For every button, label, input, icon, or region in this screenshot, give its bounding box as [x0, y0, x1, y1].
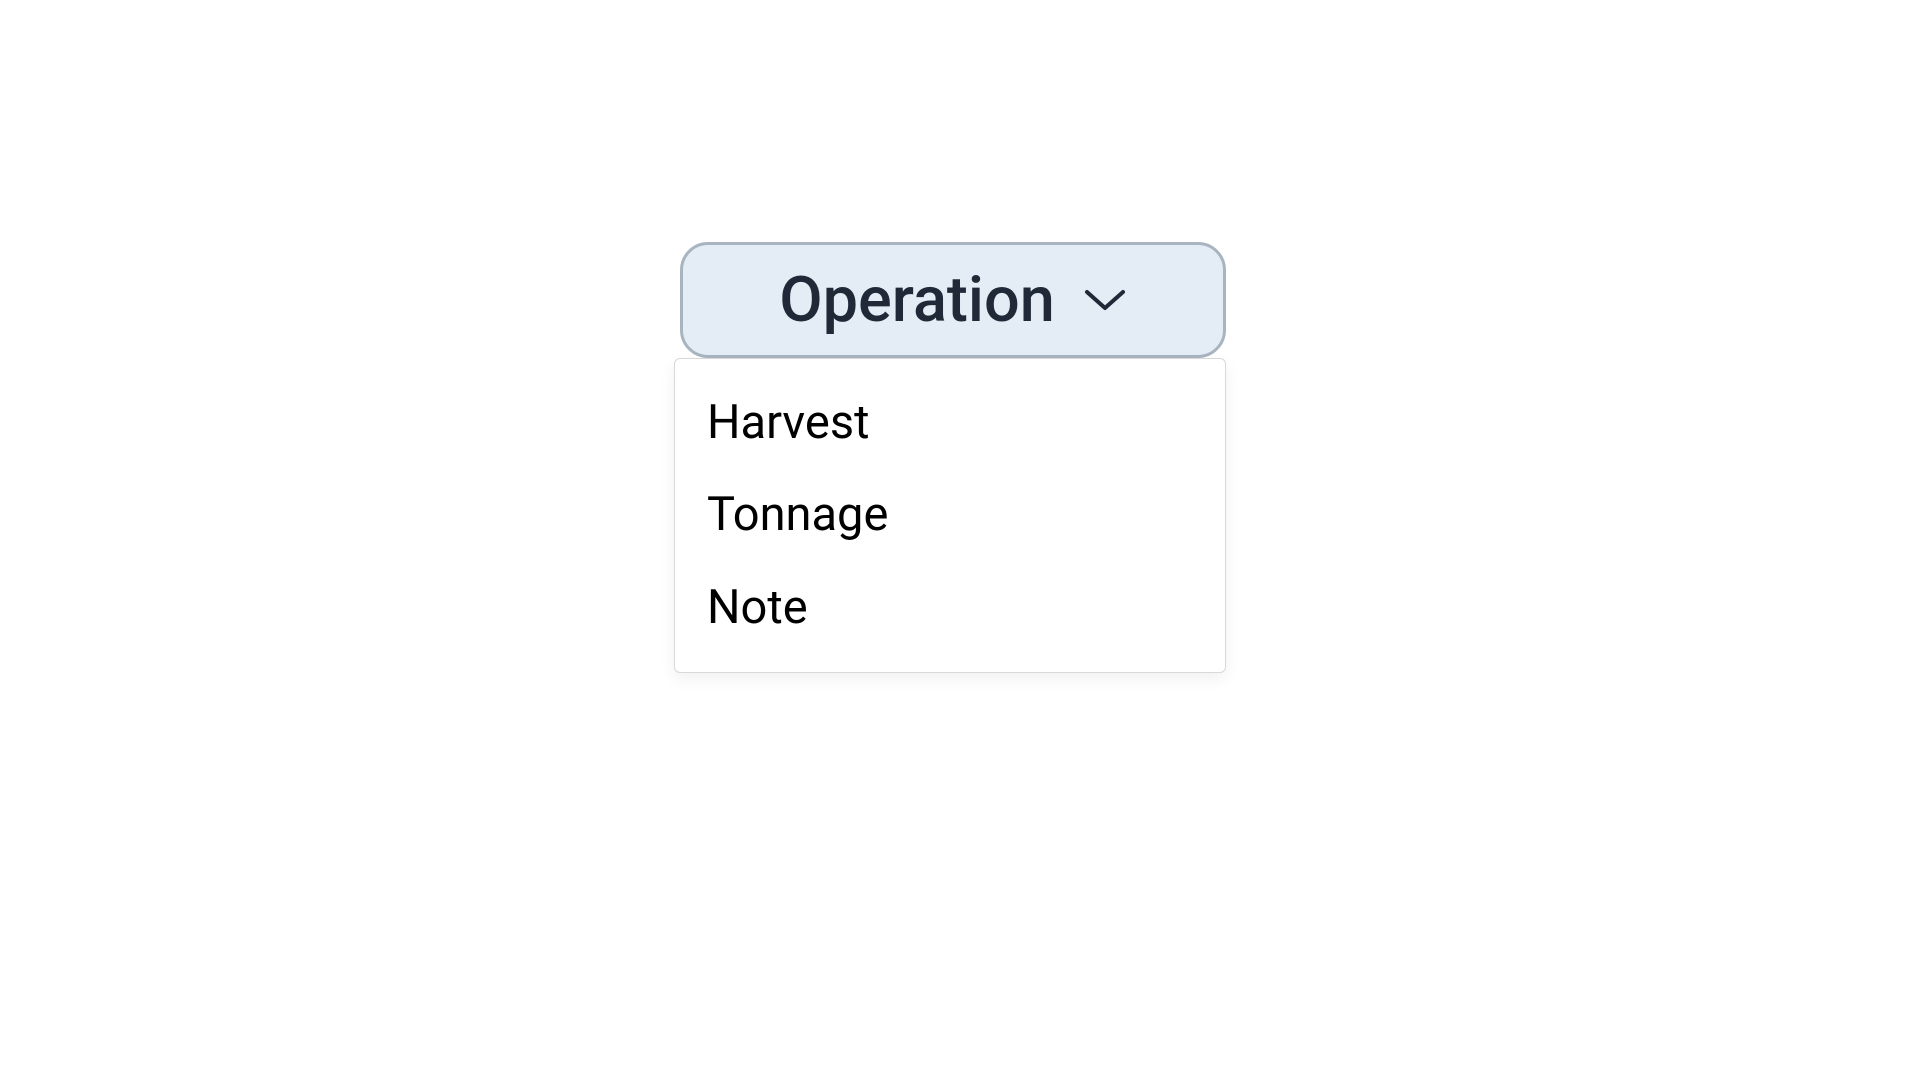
dropdown-item-harvest[interactable]: Harvest [675, 377, 1225, 469]
operation-dropdown: Operation Harvest Tonnage Note [680, 242, 1226, 673]
dropdown-item-note[interactable]: Note [675, 562, 1225, 654]
chevron-down-icon [1083, 278, 1127, 322]
dropdown-label: Operation [779, 264, 1055, 337]
dropdown-item-tonnage[interactable]: Tonnage [675, 469, 1225, 561]
dropdown-menu: Harvest Tonnage Note [674, 358, 1226, 673]
operation-dropdown-button[interactable]: Operation [680, 242, 1226, 358]
